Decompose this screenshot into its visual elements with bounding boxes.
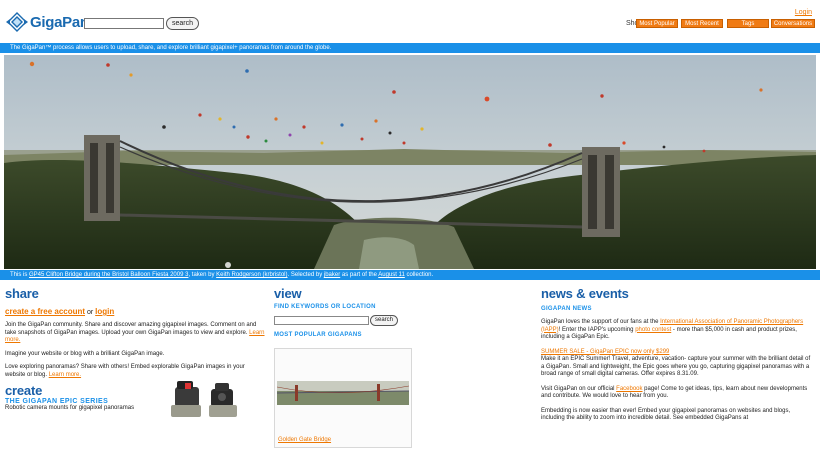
filter-conversations[interactable]: Conversations (771, 19, 815, 28)
filter-most-recent[interactable]: Most Recent (681, 19, 723, 28)
share-paragraph-1: Join the GigaPan community. Share and di… (5, 322, 265, 345)
signup-line: create a free account or login (5, 307, 265, 316)
view-column: view FIND KEYWORDS OR LOCATION search MO… (274, 286, 534, 448)
learn-more-link[interactable]: Learn more. (49, 372, 81, 378)
caption-author-link[interactable]: Keith Rodgerson (krbristol) (216, 272, 287, 278)
tagline-bar: The GigaPan™ process allows users to upl… (0, 43, 820, 53)
caption-text: This is (10, 272, 30, 278)
most-popular-label: MOST POPULAR GIGAPANS (274, 332, 362, 338)
share-paragraph-2: Imagine your website or blog with a bril… (5, 350, 165, 357)
panorama-image (4, 55, 816, 269)
news-text: GigaPan loves the support of our fans at… (541, 319, 661, 325)
gigapan-news-label: GIGAPAN NEWS (541, 306, 592, 312)
news-text: Make it an EPIC Summer! Travel, adventur… (541, 356, 811, 377)
login-link-inline[interactable]: login (95, 307, 114, 316)
filter-most-popular[interactable]: Most Popular (636, 19, 678, 28)
news-item-2: SUMMER SALE - GigaPan EPIC now only $299… (541, 349, 813, 379)
facebook-link[interactable]: Facebook (616, 386, 642, 392)
find-keywords-label: FIND KEYWORDS OR LOCATION (274, 304, 376, 310)
caption-selector-link[interactable]: jbaker (324, 272, 340, 278)
filter-bar: Most Popular Most Recent Tags Conversati… (0, 19, 820, 28)
share-column: share create a free account or login Joi… (5, 286, 265, 417)
featured-panorama[interactable] (4, 55, 816, 269)
news-item-1: GigaPan loves the support of our fans at… (541, 319, 813, 342)
caption-text: . Selected by (287, 272, 324, 278)
caption-text: as part of the (340, 272, 379, 278)
keyword-search-button[interactable]: search (370, 315, 399, 326)
view-title: view (274, 286, 302, 301)
photo-contest-link[interactable]: photo contest (635, 327, 671, 333)
camera-mount-image[interactable] (165, 377, 243, 421)
news-column: news & events GIGAPAN NEWS GigaPan loves… (541, 286, 813, 423)
share-text: Love exploring panoramas? Share with oth… (5, 364, 245, 378)
share-text: Join the GigaPan community. Share and di… (5, 322, 257, 336)
login-link[interactable]: Login (795, 9, 812, 16)
site-header: GigaPan search Login Show me: Most Popul… (0, 0, 820, 42)
caption-text: , taken by (188, 272, 217, 278)
create-account-link[interactable]: create a free account (5, 307, 85, 316)
golden-gate-thumbnail[interactable] (277, 381, 409, 405)
news-item-3: Visit GigaPan on our official Facebook p… (541, 386, 813, 401)
popular-gigapan-card[interactable]: Golden Gate Bridge (274, 348, 412, 448)
news-item-4: Embedding is now easier than ever! Embed… (541, 407, 791, 422)
summer-sale-link[interactable]: SUMMER SALE - GigaPan EPIC now only $299 (541, 349, 669, 355)
caption-collection-link[interactable]: August 11 (378, 272, 405, 278)
keyword-search-input[interactable] (274, 316, 369, 325)
share-title: share (5, 286, 39, 301)
or-text: or (85, 309, 96, 316)
golden-gate-link[interactable]: Golden Gate Bridge (278, 437, 331, 443)
filter-tags[interactable]: Tags (727, 19, 769, 28)
news-title: news & events (541, 286, 629, 301)
caption-bar: This is GP45 Clifton Bridge during the B… (0, 270, 820, 280)
news-text: Visit GigaPan on our official (541, 385, 617, 392)
caption-text: collection. (404, 272, 434, 278)
caption-title-link[interactable]: GP45 Clifton Bridge during the Bristol B… (29, 272, 188, 278)
news-text: ! Enter the IAPP's upcoming (558, 326, 636, 333)
